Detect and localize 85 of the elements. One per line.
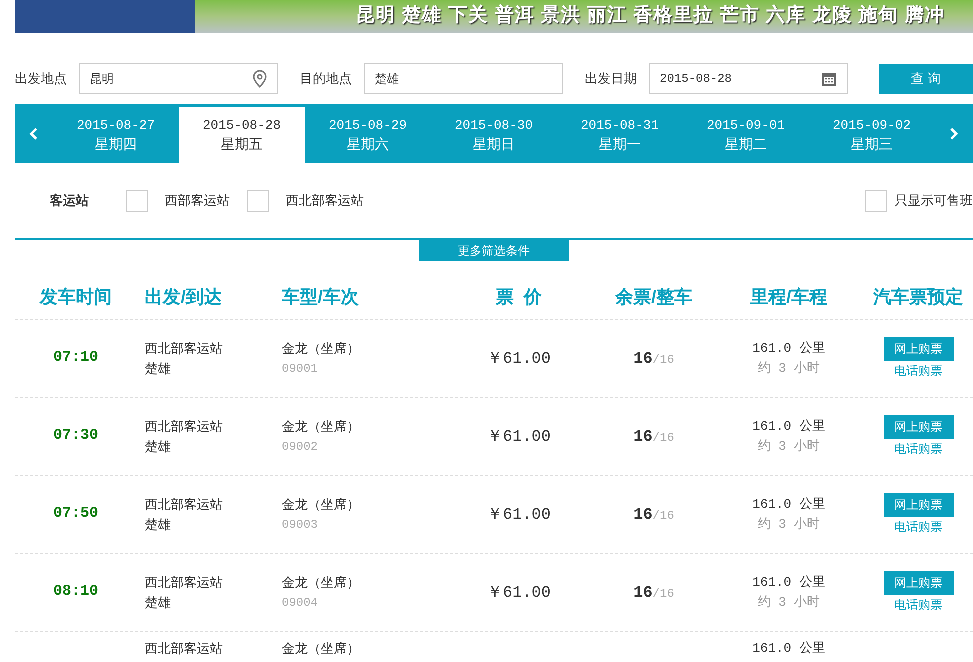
distance: 161.0 公里: [752, 418, 826, 436]
buy-online-button[interactable]: 网上购票: [884, 570, 954, 594]
trip-number: 09002: [282, 438, 320, 456]
vehicle-type: 金龙（坐席）: [282, 574, 361, 592]
travel-time: 约 3 小时: [758, 360, 820, 378]
vehicle-type: 金龙（坐席）: [282, 418, 361, 436]
filter-label: 客运站: [50, 192, 89, 210]
column-header: 余票/整车: [615, 286, 692, 309]
checkbox-label: 西部客运站: [165, 192, 230, 210]
trip-number: 09003: [282, 516, 320, 534]
origin-station: 西北部客运站: [145, 640, 224, 658]
date-tab[interactable]: 2015-08-28 星期五: [179, 107, 305, 163]
phone-booking-link[interactable]: 电话购票: [894, 516, 942, 536]
column-header: 出发/到达: [145, 286, 222, 309]
column-header: 票 价: [496, 286, 542, 309]
vehicle-type: 金龙（坐席）: [282, 640, 361, 658]
date-tab[interactable]: 2015-08-27 星期四: [53, 107, 179, 163]
seats-left: 16: [634, 504, 653, 526]
column-header: 里程/车程: [750, 286, 828, 309]
checkbox-label: 只显示可售班: [895, 192, 973, 210]
date-tab[interactable]: 2015-08-30 星期日: [431, 107, 557, 163]
chevron-left-icon[interactable]: [29, 126, 39, 140]
travel-time: 约 3 小时: [758, 516, 820, 534]
date-tab[interactable]: 2015-08-29 星期六: [305, 107, 431, 163]
origin-station: 西北部客运站: [145, 418, 224, 436]
destination: 楚雄: [145, 438, 172, 456]
buy-online-button[interactable]: 网上购票: [884, 492, 954, 516]
seats-left: 16: [634, 582, 653, 604]
trip-number: 09004: [282, 594, 320, 612]
distance: 161.0 公里: [752, 340, 826, 358]
distance: 161.0 公里: [752, 496, 826, 514]
location-pin-icon: [253, 70, 267, 88]
phone-booking-link[interactable]: 电话购票: [894, 438, 942, 458]
departure-time: 08:10: [53, 582, 98, 602]
departure-time: 07:50: [53, 504, 98, 524]
distance: 161.0 公里: [752, 574, 826, 592]
input-field[interactable]: 楚雄: [364, 63, 563, 94]
origin-station: 西北部客运站: [145, 340, 224, 358]
buy-online-button[interactable]: 网上购票: [884, 336, 954, 360]
ticket-price: ￥61.00: [486, 504, 551, 526]
seats-total: /16: [652, 586, 674, 602]
seats-left: 16: [634, 348, 653, 370]
seats-total: /16: [652, 508, 674, 524]
calendar-icon[interactable]: [821, 70, 837, 86]
search-button[interactable]: 查 询: [879, 64, 973, 94]
ticket-price: ￥61.00: [486, 426, 551, 448]
field-label: 目的地点: [300, 70, 352, 88]
departure-time: 07:10: [53, 348, 98, 368]
vehicle-type: 金龙（坐席）: [282, 496, 361, 514]
column-header: 汽车票预定: [874, 286, 964, 309]
column-header: 车型/车次: [282, 286, 360, 309]
more-filters-button[interactable]: 更多筛选条件: [419, 240, 569, 261]
origin-station: 西北部客运站: [145, 496, 224, 514]
travel-time: 约 3 小时: [758, 594, 820, 612]
ticket-price: ￥61.00: [486, 348, 551, 370]
checkbox[interactable]: [865, 190, 887, 212]
trip-number: 09001: [282, 360, 320, 378]
buy-online-button[interactable]: 网上购票: [884, 414, 954, 438]
date-tab[interactable]: 2015-09-02 星期三: [809, 107, 935, 163]
date-field[interactable]: 2015-08-28: [649, 63, 848, 94]
city-list: 昆明 楚雄 下关 普洱 景洪 丽江 香格里拉 芒市 六库 龙陵 施甸 腾冲: [356, 2, 945, 31]
ticket-price: ￥61.00: [486, 582, 551, 604]
departure-time: 07:30: [53, 426, 98, 446]
field-label: 出发日期: [585, 70, 637, 88]
origin-station: 西北部客运站: [145, 574, 224, 592]
distance: 161.0 公里: [752, 640, 826, 658]
vehicle-type: 金龙（坐席）: [282, 340, 361, 358]
travel-time: 约 3 小时: [758, 438, 820, 456]
destination: 楚雄: [145, 516, 172, 534]
phone-booking-link[interactable]: 电话购票: [894, 360, 942, 380]
seats-total: /16: [652, 352, 674, 368]
destination: 楚雄: [145, 360, 172, 378]
date-tab[interactable]: 2015-08-31 星期一: [557, 107, 683, 163]
checkbox[interactable]: [126, 190, 148, 212]
input-field[interactable]: 昆明: [79, 63, 278, 94]
checkbox-label: 西北部客运站: [286, 192, 364, 210]
column-header: 发车时间: [40, 286, 112, 309]
checkbox[interactable]: [247, 190, 269, 212]
field-label: 出发地点: [15, 70, 67, 88]
chevron-right-icon[interactable]: [949, 126, 959, 140]
seats-left: 16: [634, 426, 653, 448]
date-tab[interactable]: 2015-09-01 星期二: [683, 107, 809, 163]
seats-total: /16: [652, 430, 674, 446]
phone-booking-link[interactable]: 电话购票: [894, 594, 942, 614]
destination: 楚雄: [145, 594, 172, 612]
